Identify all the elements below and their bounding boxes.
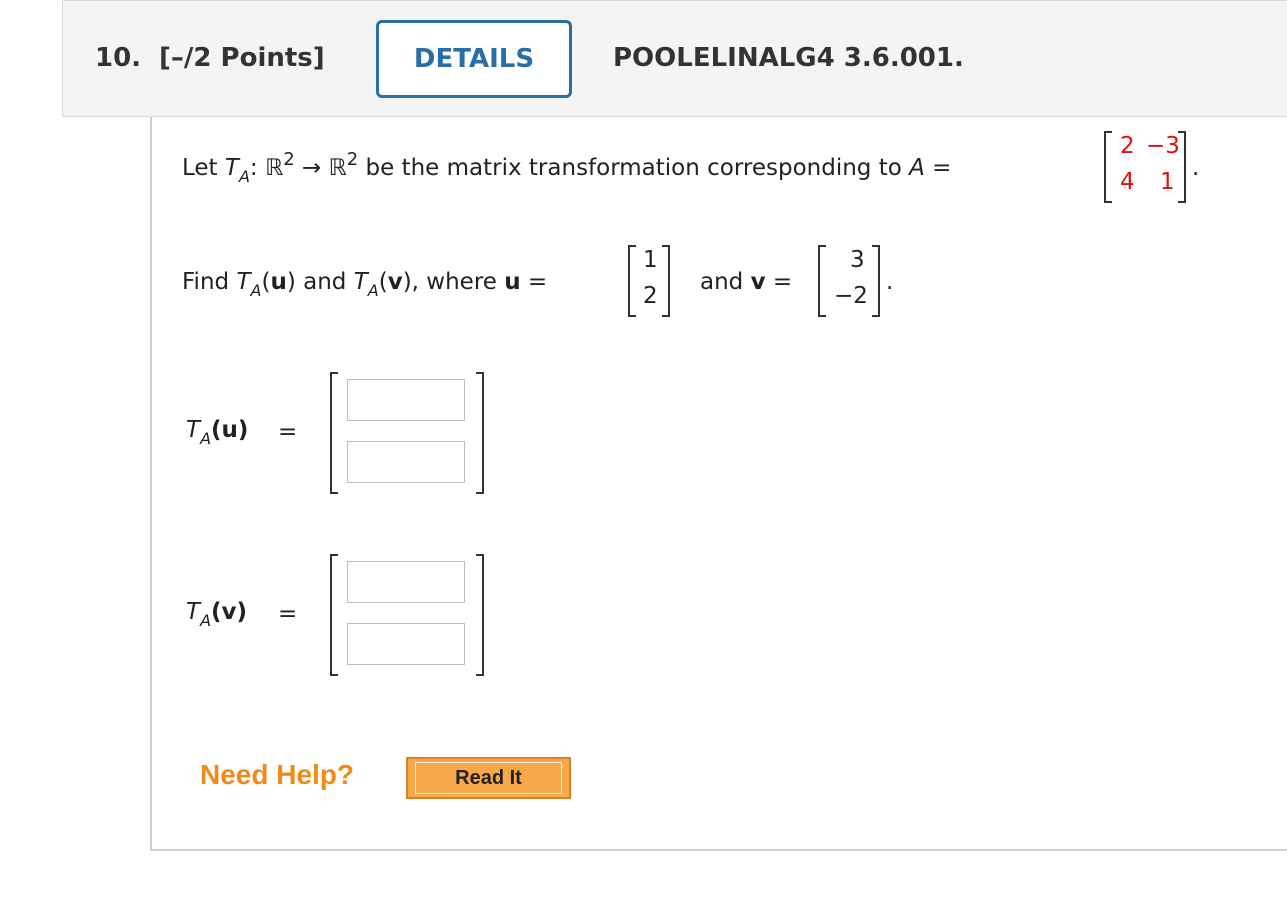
- problem-code: POOLELINALG4 3.6.001.: [613, 43, 964, 73]
- subscript-A3: A: [367, 281, 379, 300]
- matrix-A: 2 −3 4 1: [1104, 131, 1186, 203]
- equals-u: =: [520, 269, 548, 295]
- read-it-inner: Read It: [415, 762, 562, 794]
- left-bracket: [330, 372, 338, 494]
- points-label: [–/2 Points]: [159, 43, 325, 73]
- vector-u2: 2: [643, 283, 658, 309]
- exponent-2: 2: [283, 149, 295, 170]
- text-find: Find: [182, 269, 237, 295]
- matrix-a22: 1: [1160, 169, 1175, 195]
- question-number: 10.: [95, 43, 142, 73]
- period-1: .: [1192, 155, 1200, 181]
- label-u: (u): [211, 417, 249, 443]
- equals-u-answer: =: [278, 419, 298, 445]
- read-it-button[interactable]: Read It: [406, 757, 571, 799]
- answer-label-u: TA(u): [186, 417, 249, 448]
- text-rest: be the matrix transformation correspondi…: [358, 155, 910, 181]
- question-header: 10. [–/2 Points] DETAILS POOLELINALG4 3.…: [62, 0, 1287, 117]
- answer-v1-input[interactable]: [347, 561, 465, 603]
- matrix-a11: 2: [1120, 133, 1135, 159]
- symbol-u: u: [270, 269, 287, 295]
- symbol-u2: u: [504, 269, 521, 295]
- read-it-label: Read It: [455, 766, 522, 789]
- answer-v2-input[interactable]: [347, 623, 465, 665]
- subscript-A2: A: [250, 281, 262, 300]
- answer-u1-input[interactable]: [347, 379, 465, 421]
- left-bracket: [1104, 131, 1112, 203]
- right-bracket: [872, 245, 880, 317]
- paren-open-v: (: [378, 269, 388, 295]
- vector-u: 1 2: [628, 245, 670, 317]
- subscript-A5: A: [200, 611, 212, 630]
- vector-v1: 3: [850, 247, 865, 273]
- left-bracket: [628, 245, 636, 317]
- right-bracket: [662, 245, 670, 317]
- symbol-T3: T: [353, 269, 368, 295]
- text-and: and: [700, 269, 751, 295]
- matrix-a12: −3: [1146, 133, 1180, 159]
- matrix-a21: 4: [1120, 169, 1135, 195]
- symbol-T: T: [224, 155, 239, 181]
- left-bracket: [330, 554, 338, 676]
- symbol-A: A: [909, 155, 925, 181]
- need-help-label: Need Help?: [200, 759, 355, 790]
- equals-v: =: [765, 269, 793, 295]
- question-body: Let TA: ℝ2 → ℝ2 be the matrix transforma…: [150, 117, 1287, 851]
- codomain-R: → ℝ: [294, 155, 347, 181]
- period-2: .: [886, 269, 894, 295]
- text-let: Let: [182, 155, 225, 181]
- problem-statement-2: Find TA(u) and TA(v), where u =: [182, 269, 548, 300]
- symbol-T2: T: [236, 269, 251, 295]
- exponent-2b: 2: [346, 149, 359, 170]
- symbol-T4: T: [186, 417, 201, 443]
- vector-v: 3 −2: [818, 245, 880, 317]
- vector-u1: 1: [643, 247, 658, 273]
- domain-R: : ℝ: [249, 155, 284, 181]
- symbol-v2: v: [750, 269, 766, 295]
- answer-label-v: TA(v): [186, 599, 248, 630]
- text-close-where: ), where: [402, 269, 505, 295]
- vector-v2: −2: [834, 283, 868, 309]
- label-v: (v): [211, 599, 248, 625]
- symbol-v: v: [387, 269, 403, 295]
- problem-statement-1: Let TA: ℝ2 → ℝ2 be the matrix transforma…: [182, 149, 952, 186]
- text-close-and: ) and: [286, 269, 354, 295]
- text-and-v: and v =: [700, 269, 792, 295]
- left-bracket: [818, 245, 826, 317]
- subscript-A: A: [238, 167, 250, 186]
- answer-u2-input[interactable]: [347, 441, 465, 483]
- details-button[interactable]: DETAILS: [376, 20, 572, 98]
- equals-sign: =: [924, 155, 952, 181]
- subscript-A4: A: [200, 429, 212, 448]
- right-bracket: [476, 554, 484, 676]
- equals-v-answer: =: [278, 601, 298, 627]
- symbol-T5: T: [186, 599, 201, 625]
- right-bracket: [476, 372, 484, 494]
